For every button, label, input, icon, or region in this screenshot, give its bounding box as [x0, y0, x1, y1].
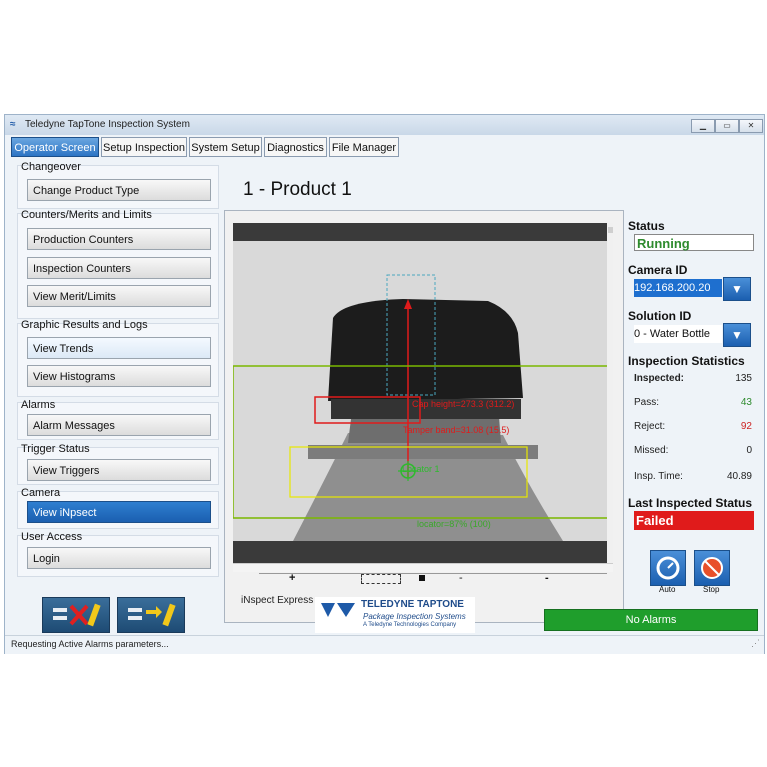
- minimize-button[interactable]: ▁: [691, 119, 715, 133]
- trigger-status-label: Trigger Status: [21, 443, 90, 455]
- camera-id-label: Camera ID: [628, 263, 688, 277]
- close-button[interactable]: ✕: [739, 119, 763, 133]
- teledyne-brand: TELEDYNE TAPTONE Package Inspection Syst…: [315, 597, 475, 633]
- zoom-out-button[interactable]: -: [545, 572, 549, 584]
- stat-inspected: Inspected: 135: [634, 373, 752, 384]
- graphic-results-label: Graphic Results and Logs: [21, 319, 148, 331]
- view-inspect-button[interactable]: View iNpsect: [27, 501, 211, 523]
- stop-icon: [701, 557, 723, 579]
- company-name: TELEDYNE TAPTONE: [361, 599, 464, 610]
- locator-label: locator=87% (100): [417, 519, 491, 529]
- stat-insp-time: Insp. Time: 40.89: [634, 471, 752, 482]
- login-button[interactable]: Login: [27, 547, 211, 569]
- solution-id-label: Solution ID: [628, 309, 692, 323]
- image-toolbar: + - -: [259, 572, 607, 586]
- tab-system-setup[interactable]: System Setup: [189, 137, 262, 157]
- alarm-status-bar[interactable]: No Alarms: [544, 609, 758, 631]
- auto-icon: [656, 556, 680, 580]
- title-bar: ≈ Teledyne TapTone Inspection System ▁ ▭…: [5, 115, 764, 135]
- company-subtagline: A Teledyne Technologies Company: [363, 622, 457, 628]
- changeover-label: Changeover: [21, 161, 81, 173]
- production-counters-button[interactable]: Production Counters: [27, 228, 211, 250]
- maximize-button[interactable]: ▭: [715, 119, 739, 133]
- solution-id-dropdown-icon[interactable]: ▼: [723, 323, 751, 347]
- camera-label: Camera: [21, 487, 61, 499]
- accept-config-icon: [128, 603, 176, 627]
- stat-reject: Reject: 92: [634, 421, 752, 432]
- left-panel: Changeover Change Product Type Counters/…: [15, 157, 219, 585]
- last-inspected-label: Last Inspected Status: [628, 496, 753, 510]
- stat-pass: Pass: 43: [634, 397, 752, 408]
- camera-id-select[interactable]: 192.168.200.20: [634, 279, 722, 297]
- inspection-image-panel: Cap height=273.3 (312.2) Tamper band=31.…: [224, 210, 624, 623]
- counters-label: Counters/Merits and Limits: [21, 209, 152, 221]
- camera-id-dropdown-icon[interactable]: ▼: [723, 277, 751, 301]
- main-window: ≈ Teledyne TapTone Inspection System ▁ ▭…: [4, 114, 765, 654]
- stop-view-button[interactable]: [419, 575, 425, 581]
- inspection-counters-button[interactable]: Inspection Counters: [27, 257, 211, 279]
- view-triggers-button[interactable]: View Triggers: [27, 459, 211, 481]
- alarms-label: Alarms: [21, 399, 56, 411]
- view-merit-limits-button[interactable]: View Merit/Limits: [27, 285, 211, 307]
- locator-small-label: Locator 1: [402, 464, 440, 474]
- horizontal-scrollbar[interactable]: [233, 563, 613, 572]
- teledyne-logo-mark-icon: [321, 603, 355, 617]
- status-value: Running: [634, 234, 754, 251]
- tamper-band-label: Tamper band=31.08 (15.5): [403, 425, 509, 435]
- change-product-type-button[interactable]: Change Product Type: [27, 179, 211, 201]
- tab-setup-inspection[interactable]: Setup Inspection: [101, 137, 187, 157]
- product-title: 1 - Product 1: [243, 179, 352, 200]
- window-title: Teledyne TapTone Inspection System: [25, 119, 190, 130]
- status-label: Status: [628, 219, 665, 233]
- last-inspected-value: Failed: [634, 511, 754, 530]
- stop-label: Stop: [703, 585, 720, 594]
- stop-button[interactable]: [694, 550, 730, 586]
- solution-id-select[interactable]: 0 - Water Bottle: [634, 325, 722, 343]
- auto-label: Auto: [659, 585, 676, 594]
- zoom-out-small-button[interactable]: -: [459, 572, 463, 584]
- teledyne-logo-icon: ≈: [10, 119, 16, 130]
- company-tagline: Package Inspection Systems: [363, 612, 466, 621]
- resize-grip-icon[interactable]: ⋰: [751, 638, 760, 649]
- status-bar: Requesting Active Alarms parameters... ⋰: [5, 635, 764, 654]
- user-access-label: User Access: [21, 531, 83, 543]
- view-histograms-button[interactable]: View Histograms: [27, 365, 211, 387]
- inspect-express-label: iNspect Express: [241, 595, 314, 606]
- status-panel: Status Running Camera ID 192.168.200.20 …: [624, 213, 762, 538]
- fit-button[interactable]: [361, 574, 401, 584]
- zoom-in-button[interactable]: +: [289, 572, 295, 584]
- stat-missed: Missed: 0: [634, 445, 752, 456]
- view-trends-button[interactable]: View Trends: [27, 337, 211, 359]
- cap-height-label: Cap height=273.3 (312.2): [412, 399, 514, 409]
- tab-operator-screen[interactable]: Operator Screen: [11, 137, 99, 157]
- inspection-statistics-label: Inspection Statistics: [628, 354, 745, 368]
- auto-button[interactable]: [650, 550, 686, 586]
- inspection-image[interactable]: Cap height=273.3 (312.2) Tamper band=31.…: [233, 223, 613, 563]
- tab-file-manager[interactable]: File Manager: [329, 137, 399, 157]
- tab-diagnostics[interactable]: Diagnostics: [264, 137, 327, 157]
- reject-config-icon: [53, 603, 101, 627]
- reject-config-button[interactable]: [42, 597, 110, 633]
- scroll-up-icon[interactable]: [608, 227, 613, 233]
- status-bar-text: Requesting Active Alarms parameters...: [11, 639, 169, 649]
- accept-config-button[interactable]: [117, 597, 185, 633]
- alarm-messages-button[interactable]: Alarm Messages: [27, 414, 211, 436]
